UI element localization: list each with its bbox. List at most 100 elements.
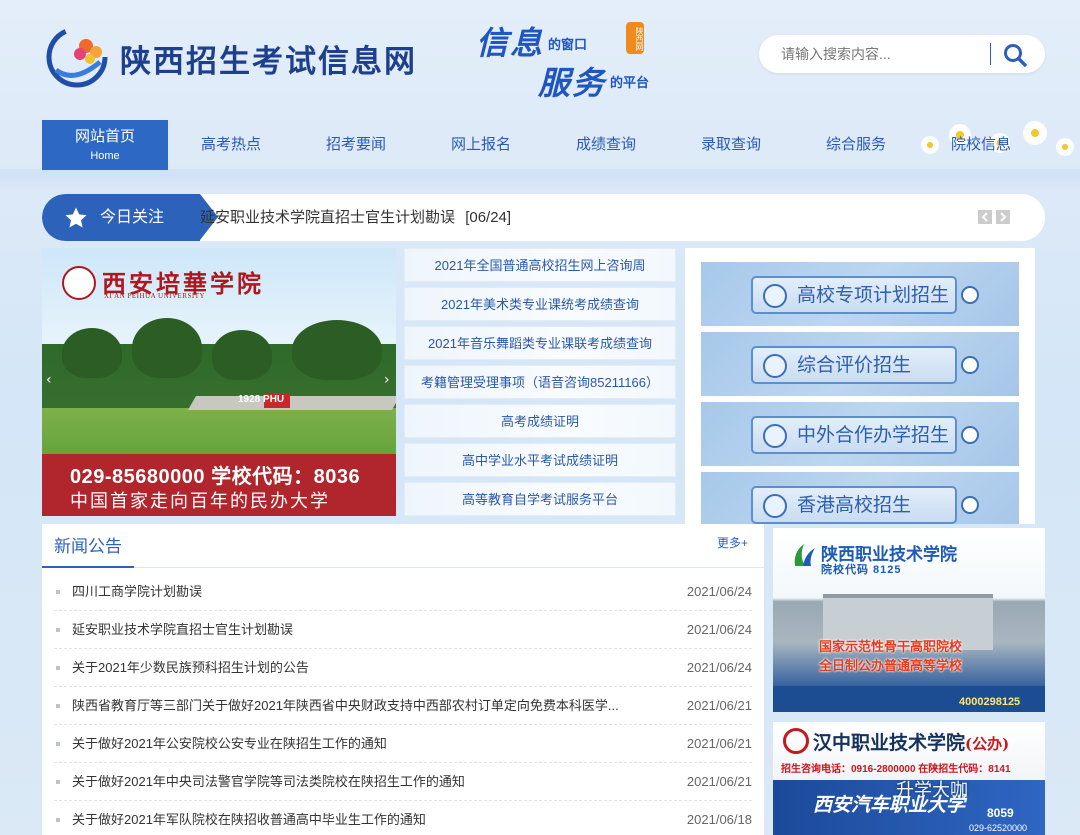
quick-links: 2021年全国普通高校招生网上咨询周 2021年美术类专业课统考成绩查询 202…: [404, 248, 676, 516]
nav-item-services[interactable]: 综合服务: [793, 120, 919, 170]
news-row-date: 2021/06/21: [686, 774, 752, 789]
banner-school-name-en: XI'AN PEIHUA UNIVERSITY: [104, 292, 206, 300]
special-item-gaoxiao-plan[interactable]: 高校专项计划招生: [701, 262, 1019, 326]
quick-link-academic-cert[interactable]: 高中学业水平考试成绩证明: [404, 443, 676, 477]
arrow-right-icon: [961, 496, 979, 514]
news-row-date: 2021/06/18: [686, 812, 752, 827]
search-box: [759, 35, 1045, 73]
special-recruit-panel: 高校专项计划招生 综合评价招生 中外合作办学招生 香港高校招生: [685, 248, 1035, 524]
nav-item-college-info[interactable]: 院校信息: [918, 120, 1044, 170]
banner-prev-icon[interactable]: ‹: [46, 372, 52, 388]
banner-next-icon[interactable]: ›: [384, 372, 390, 388]
news-row-date: 2021/06/21: [686, 736, 752, 751]
ad1-code: 院校代码 8125: [821, 564, 902, 576]
slogan-line1-small: 的窗口: [548, 38, 588, 53]
news-row-title: 延安职业技术学院直招士官生计划勘误: [72, 622, 294, 637]
nav-item-admission-query[interactable]: 录取查询: [668, 120, 794, 170]
main-nav: 网站首页 Home 高考热点 招考要闻 网上报名 成绩查询 录取查询 综合服务 …: [42, 120, 1045, 170]
site-name[interactable]: 陕西招生考试信息网: [120, 36, 417, 81]
slogan-line1-big: 信息: [476, 24, 545, 62]
quick-link-registry[interactable]: 考籍管理受理事项（语音咨询85211166）: [404, 365, 676, 399]
special-label: 中外合作办学招生: [797, 425, 950, 446]
special-pill: 高校专项计划招生: [751, 276, 957, 314]
special-pill: 香港高校招生: [751, 486, 957, 524]
quick-link-self-study[interactable]: 高等教育自学考试服务平台: [404, 482, 676, 516]
ad2-tag: (公办): [965, 735, 1010, 753]
nav-item-home[interactable]: 网站首页 Home: [42, 120, 168, 170]
document-icon: [763, 354, 787, 378]
ad2-tel: 029-62520000: [969, 823, 1028, 833]
banner-sign-text: 1928 PHU: [238, 394, 285, 405]
news-row[interactable]: 关于做好2021年军队院校在陕招收普通高中毕业生工作的通知 2021/06/18: [54, 801, 752, 835]
arrow-right-icon: [961, 426, 979, 444]
banner-phone-line: 029-85680000 学校代码：8036: [70, 466, 361, 488]
nav-item-exam-news[interactable]: 招考要闻: [293, 120, 419, 170]
news-row-title: 陕西省教育厅等三部门关于做好2021年陕西省中央财政支持中西部农村订单定向免费本…: [72, 698, 619, 713]
news-row-title: 四川工商学院计划勘误: [72, 584, 203, 599]
ad2-school-name: 汉中职业技术学院(公办): [813, 728, 1009, 755]
nav-item-sub: Home: [90, 150, 120, 162]
banner-motto: 中国首家走向百年的民办大学: [70, 491, 330, 511]
search-input[interactable]: [781, 44, 981, 64]
news-row-date: 2021/06/24: [686, 622, 752, 637]
news-row-date: 2021/06/24: [686, 660, 752, 675]
nav-item-online-signup[interactable]: 网上报名: [418, 120, 544, 170]
special-label: 高校专项计划招生: [797, 285, 950, 306]
arrow-right-icon: [961, 286, 979, 304]
special-label: 香港高校招生: [797, 495, 912, 516]
ad1-line1: 国家示范性骨干高职院校: [819, 639, 963, 654]
ad1-line2: 全日制公办普通高等学校: [819, 658, 963, 673]
banner-tree: [62, 328, 122, 378]
bullet-icon: [56, 780, 60, 784]
news-row[interactable]: 陕西省教育厅等三部门关于做好2021年陕西省中央财政支持中西部农村订单定向免费本…: [54, 687, 752, 725]
today-focus-bar: 今日关注 延安职业技术学院直招士官生计划勘误 [06/24]: [42, 194, 1045, 241]
search-divider: [990, 43, 991, 65]
quick-link-gaokao-cert[interactable]: 高考成绩证明: [404, 404, 676, 438]
news-more-link[interactable]: 更多+: [717, 534, 748, 551]
bullet-icon: [56, 666, 60, 670]
news-row[interactable]: 四川工商学院计划勘误 2021/06/24: [54, 573, 752, 611]
next-arrow-icon[interactable]: [996, 210, 1010, 224]
banner-slider[interactable]: 1928 PHU 西安培華学院 XI'AN PEIHUA UNIVERSITY …: [42, 248, 396, 516]
news-row-title: 关于2021年少数民族预科招生计划的公告: [72, 660, 309, 675]
today-date: [06/24]: [465, 209, 512, 226]
news-row[interactable]: 关于2021年少数民族预科招生计划的公告 2021/06/24: [54, 649, 752, 687]
school-logo-icon: [794, 544, 815, 566]
bullet-icon: [56, 742, 60, 746]
ad2-hotline: 招生咨询电话：0916-2800000 在陕招生代码：8141: [781, 764, 1011, 775]
news-row-title: 关于做好2021年公安院校公安专业在陕招生工作的通知: [72, 736, 387, 751]
news-row[interactable]: 关于做好2021年公安院校公安专业在陕招生工作的通知 2021/06/21: [54, 725, 752, 763]
search-icon[interactable]: [1002, 42, 1028, 68]
banner-path: [187, 396, 396, 410]
banner-tree: [132, 318, 202, 378]
today-headline-link[interactable]: 延安职业技术学院直招士官生计划勘误 [06/24]: [200, 194, 511, 241]
special-label: 综合评价招生: [797, 355, 912, 376]
news-header: 新闻公告 更多+: [42, 524, 764, 568]
special-item-hongkong[interactable]: 香港高校招生: [701, 472, 1019, 524]
prev-arrow-icon[interactable]: [978, 210, 992, 224]
arrow-right-icon: [961, 356, 979, 374]
slogan-stamp: 陕西网: [626, 22, 644, 54]
school-emblem-icon: [62, 266, 96, 300]
quick-link-music-score[interactable]: 2021年音乐舞蹈类专业课联考成绩查询: [404, 326, 676, 360]
special-item-joint-program[interactable]: 中外合作办学招生: [701, 402, 1019, 466]
news-row[interactable]: 延安职业技术学院直招士官生计划勘误 2021/06/24: [54, 611, 752, 649]
news-row-date: 2021/06/24: [686, 584, 752, 599]
special-pill: 综合评价招生: [751, 346, 957, 384]
news-row[interactable]: 关于做好2021年中央司法警官学院等司法类院校在陕招生工作的通知 2021/06…: [54, 763, 752, 801]
news-title[interactable]: 新闻公告: [42, 524, 134, 568]
nav-item-score-query[interactable]: 成绩查询: [543, 120, 669, 170]
special-item-comprehensive[interactable]: 综合评价招生: [701, 332, 1019, 396]
banner-tree: [292, 320, 382, 380]
quick-link-art-score[interactable]: 2021年美术类专业课统考成绩查询: [404, 287, 676, 321]
news-row-date: 2021/06/21: [686, 698, 752, 713]
ad-shaanxi-vocational[interactable]: 陕西职业技术学院 院校代码 8125 国家示范性骨干高职院校 全日制公办普通高等…: [773, 528, 1045, 712]
slogan: 信息 的窗口 服务 的平台 陕西网: [470, 14, 680, 102]
document-icon: [763, 424, 787, 448]
nav-item-gaokao-hot[interactable]: 高考热点: [168, 120, 294, 170]
ad1-phone: 4000298125: [959, 696, 1021, 708]
quick-link-consult-week[interactable]: 2021年全国普通高校招生网上咨询周: [404, 248, 676, 282]
banner-tree: [212, 330, 272, 380]
slogan-line2-small: 的平台: [610, 76, 650, 91]
site-logo-icon[interactable]: [44, 24, 110, 90]
